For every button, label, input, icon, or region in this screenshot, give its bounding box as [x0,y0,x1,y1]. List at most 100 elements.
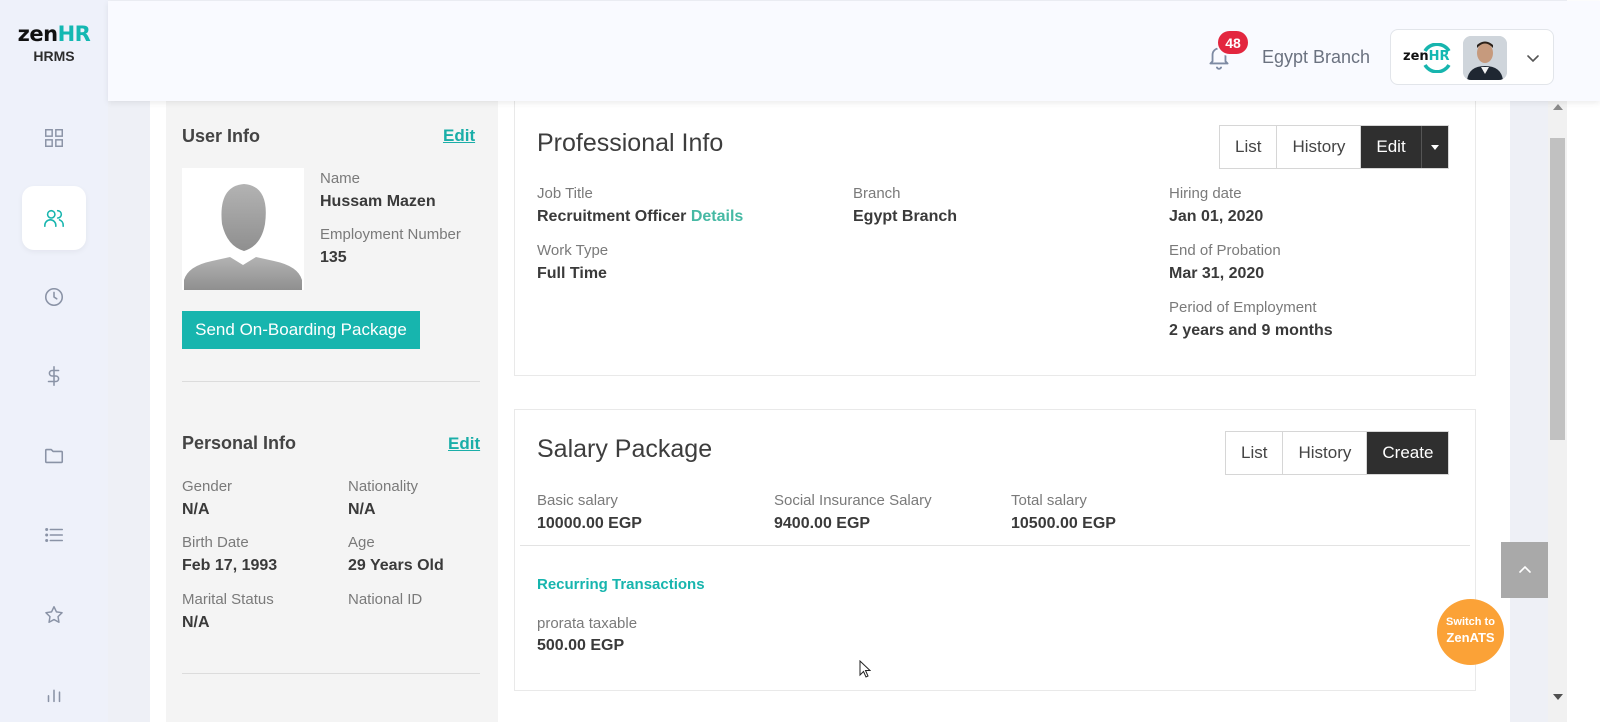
period-of-employment-value: 2 years and 9 months [1169,322,1333,339]
caret-down-icon [1430,145,1439,150]
professional-info-title: Professional Info [537,129,724,157]
job-title-label: Job Title [537,185,593,202]
profile-menu[interactable]: zenHR [1390,29,1554,85]
age-value: 29 Years Old [348,557,444,574]
avatar [1463,36,1507,80]
recurring-transactions-title: Recurring Transactions [537,576,705,593]
professional-edit-button[interactable]: Edit [1361,126,1421,168]
end-of-probation-label: End of Probation [1169,242,1281,259]
nav-employees[interactable] [22,186,86,250]
personal-info-edit-link[interactable]: Edit [448,434,480,454]
switch-line1: Switch to [1446,616,1495,628]
zenhr-logo[interactable]: zenHR HRMS [0,22,108,64]
salary-list-button[interactable]: List [1226,432,1284,474]
divider [520,545,1470,546]
work-type-label: Work Type [537,242,609,259]
recurring-item-value: 500.00 EGP [537,637,625,654]
dollar-icon [47,366,60,386]
nav-documents[interactable] [22,424,86,488]
social-insurance-label: Social Insurance Salary [774,492,932,509]
employment-number: 135 [320,249,347,266]
personal-info-title: Personal Info [182,433,297,453]
profile-photo-placeholder [182,168,304,290]
users-icon [44,209,64,228]
divider [182,673,480,674]
professional-history-button[interactable]: History [1277,126,1362,168]
name-label: Name [320,170,361,187]
scroll-to-top-button[interactable] [1501,542,1549,598]
branch-label: Branch [853,185,901,202]
folder-icon [44,448,64,464]
vertical-scrollbar[interactable] [1548,100,1567,722]
nationality-value: N/A [348,501,376,518]
chevron-down-icon [1527,55,1539,63]
social-insurance-value: 9400.00 EGP [774,515,871,532]
end-of-probation-value: Mar 31, 2020 [1169,265,1265,282]
marital-status-value: N/A [182,614,210,631]
profile-logo-main: zen [1403,49,1429,64]
gender-label: Gender [182,478,233,495]
branch-selector[interactable]: Egypt Branch [1262,47,1370,68]
user-info-edit-link[interactable]: Edit [443,126,475,146]
nav-performance[interactable] [22,583,86,647]
sidebar: zenHR HRMS [0,0,108,722]
notification-badge: 48 [1216,29,1250,56]
divider [182,381,480,382]
total-salary-value: 10500.00 EGP [1011,515,1116,532]
switch-to-zenats-button[interactable]: Switch to ZenATS [1437,599,1504,665]
salary-history-button[interactable]: History [1283,432,1368,474]
logo-subtitle: HRMS [33,48,75,64]
nav-requests[interactable] [22,503,86,567]
nav-reports[interactable] [22,662,86,722]
job-details-link[interactable]: Details [691,208,743,225]
scroll-down-arrow[interactable] [1553,694,1563,700]
send-onboarding-button[interactable]: Send On-Boarding Package [182,311,420,349]
top-header: 48 Egypt Branch zenHR [108,1,1600,101]
work-type-value: Full Time [537,265,607,282]
job-title-row: Recruitment Officer Details [537,208,743,226]
list-icon [45,527,64,543]
marital-status-label: Marital Status [182,591,274,608]
period-of-employment-label: Period of Employment [1169,299,1317,316]
dashboard-grid-icon [45,129,63,147]
chevron-up-icon [1519,565,1531,573]
birth-date-label: Birth Date [182,534,249,551]
company-logo: zenHR [1403,43,1453,73]
total-salary-label: Total salary [1011,492,1087,509]
gender-value: N/A [182,501,210,518]
age-label: Age [348,534,375,551]
mouse-cursor-icon [859,660,871,678]
basic-salary-label: Basic salary [537,492,618,509]
employment-number-label: Employment Number [320,226,461,243]
switch-line2: ZenATS [1446,630,1495,645]
nav-attendance[interactable] [22,265,86,329]
recurring-item-label: prorata taxable [537,615,638,632]
profile-logo-accent: HR [1428,49,1450,64]
salary-create-button[interactable]: Create [1367,432,1449,474]
nationality-label: Nationality [348,478,419,495]
branch-value: Egypt Branch [853,208,958,225]
scroll-up-arrow[interactable] [1553,104,1563,110]
hiring-date-value: Jan 01, 2020 [1169,208,1264,225]
national-id-label: National ID [348,591,423,608]
nav-dashboard[interactable] [22,106,86,170]
employee-name: Hussam Mazen [320,193,436,210]
nav-payroll[interactable] [22,344,86,408]
clock-icon [44,287,64,307]
job-title-value: Recruitment Officer [537,208,687,225]
user-info-title: User Info [182,126,261,146]
star-icon [45,606,63,623]
salary-package-title: Salary Package [537,435,713,463]
logo-main-text: zen [17,22,58,46]
basic-salary-value: 10000.00 EGP [537,515,642,532]
bar-chart-icon [47,689,61,703]
professional-edit-dropdown[interactable] [1420,126,1448,168]
logo-accent-text: HR [57,22,91,46]
professional-list-button[interactable]: List [1220,126,1278,168]
hiring-date-label: Hiring date [1169,185,1242,202]
window-edge [1567,0,1600,722]
salary-package-actions: List History Create [1225,431,1450,475]
scrollbar-thumb[interactable] [1550,138,1565,440]
birth-date-value: Feb 17, 1993 [182,557,278,574]
professional-info-actions: List History Edit [1219,125,1449,169]
